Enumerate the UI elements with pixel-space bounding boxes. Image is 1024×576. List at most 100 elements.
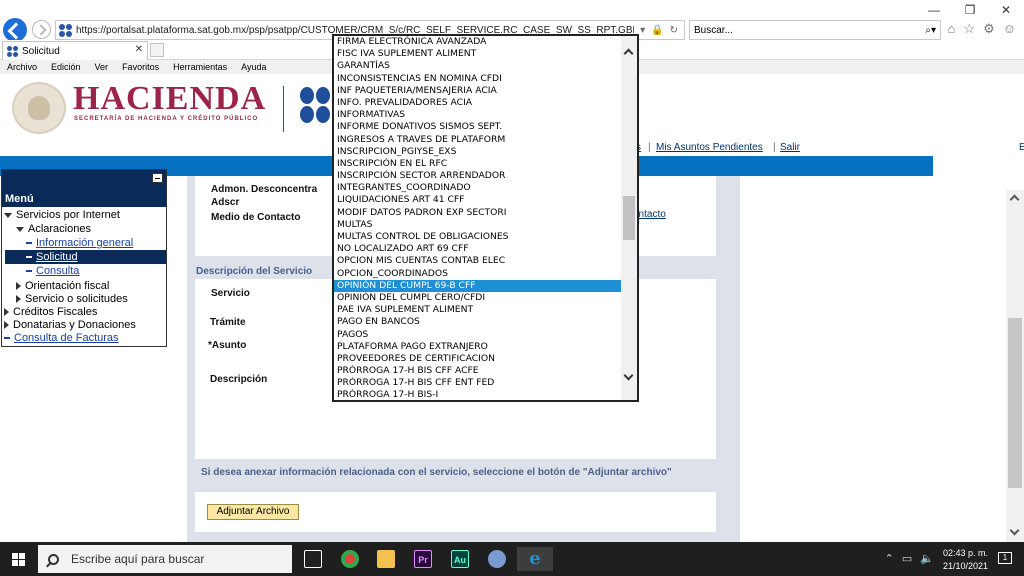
scroll-up-icon[interactable]: [1009, 194, 1020, 205]
search-dropdown-icon[interactable]: ▾: [931, 25, 936, 36]
sidebar-item-label: Orientación fiscal: [25, 280, 110, 292]
refresh-icon[interactable]: ↻: [670, 25, 678, 36]
dropdown-option[interactable]: LIQUIDACIONES ART 41 CFF: [334, 194, 621, 206]
dropdown-option[interactable]: INFO. PREVALIDADORES ACIA: [334, 97, 621, 109]
link-logout[interactable]: Salir: [780, 142, 800, 153]
link-pending-issues[interactable]: Mis Asuntos Pendientes: [656, 142, 763, 153]
smiley-icon[interactable]: ☺: [1003, 21, 1016, 37]
expand-right-icon: [4, 308, 9, 317]
windows-start-icon[interactable]: [12, 553, 25, 566]
sidebar-item-servicio-solicitudes[interactable]: Servicio o solicitudes: [16, 292, 128, 306]
scroll-down-icon[interactable]: [1009, 525, 1020, 536]
page-scrollbar[interactable]: [1006, 190, 1024, 542]
dropdown-option[interactable]: NO LOCALIZADO ART 69 CFF: [334, 243, 621, 255]
dropdown-option[interactable]: PAGO EN BANCOS: [334, 316, 621, 328]
clock-date: 21/10/2021: [942, 561, 988, 571]
tab-close-icon[interactable]: ✕: [135, 44, 143, 55]
menu-ayuda[interactable]: Ayuda: [234, 60, 273, 74]
dropdown-option[interactable]: PRÓRROGA 17-H BIS-I: [334, 389, 621, 400]
dropdown-scroll-down-icon[interactable]: [623, 370, 634, 381]
link-separator: |: [648, 142, 651, 153]
dropdown-option[interactable]: PROVEEDORES DE CERTIFICACION: [334, 353, 621, 365]
sidebar-item-info-general[interactable]: Información general: [26, 236, 133, 250]
dropdown-option[interactable]: MULTAS CONTROL DE OBLIGACIONES: [334, 231, 621, 243]
minimize-icon[interactable]: —: [916, 0, 952, 20]
gear-icon[interactable]: ⚙: [983, 21, 995, 37]
back-button[interactable]: [3, 18, 27, 42]
dropdown-option[interactable]: GARANTÍAS: [334, 60, 621, 72]
dropdown-option[interactable]: PAGOS: [334, 329, 621, 341]
dropdown-option[interactable]: OPCION_COORDINADOS: [334, 268, 621, 280]
close-icon[interactable]: ✕: [988, 0, 1024, 20]
volume-icon[interactable]: 🔈: [920, 552, 934, 565]
chrome-icon[interactable]: [338, 547, 362, 571]
forward-button[interactable]: [32, 20, 51, 39]
dropdown-option[interactable]: INSCRIPCIÓN SECTOR ARRENDADOR: [334, 170, 621, 182]
dropdown-option[interactable]: INSCRIPCIÓN EN EL RFC: [334, 158, 621, 170]
dropdown-option[interactable]: OPCION MIS CUENTAS CONTAB ELEC: [334, 255, 621, 267]
clock[interactable]: 02:43 p. m. 21/10/2021: [943, 547, 988, 573]
asunto-dropdown-list[interactable]: FIRMA ELECTRÓNICA AVANZADA FISC IVA SUPLE…: [332, 34, 639, 402]
favorites-star-icon[interactable]: ☆: [963, 21, 975, 37]
sidebar-item-facturas[interactable]: Consulta de Facturas: [4, 331, 119, 345]
internet-explorer-icon[interactable]: e: [517, 547, 553, 571]
menu-ver[interactable]: Ver: [88, 60, 116, 74]
menu-herramientas[interactable]: Herramientas: [166, 60, 234, 74]
dropdown-option[interactable]: INFORME DONATIVOS SISMOS SEPT.: [334, 121, 621, 133]
dropdown-scrollbar[interactable]: [621, 36, 637, 400]
dropdown-option[interactable]: FISC IVA SUPLEMENT ALIMENT: [334, 48, 621, 60]
audition-icon[interactable]: Au: [448, 547, 472, 571]
expand-down-icon: [4, 212, 12, 218]
sidebar-item-label: Información general: [36, 237, 134, 249]
dropdown-option[interactable]: MODIF DATOS PADRON EXP SECTORI: [334, 207, 621, 219]
home-icon[interactable]: ⌂: [948, 21, 956, 37]
dropdown-option[interactable]: PRÓRROGA 17-H BIS CFF ACFE: [334, 365, 621, 377]
sidebar-item-creditos[interactable]: Créditos Fiscales: [4, 305, 97, 319]
dropdown-option[interactable]: INGRESOS A TRAVES DE PLATAFORM: [334, 134, 621, 146]
dropdown-option[interactable]: INTEGRANTES_COORDINADO: [334, 182, 621, 194]
dropdown-option[interactable]: FIRMA ELECTRÓNICA AVANZADA: [334, 36, 621, 48]
dropdown-option[interactable]: INCONSISTENCIAS EN NOMINA CFDI: [334, 73, 621, 85]
window-controls: — ❐ ✕: [916, 0, 1024, 20]
device-icon[interactable]: ▭: [902, 552, 912, 565]
browser-search-bar[interactable]: Buscar... ⌕ ▾: [689, 20, 941, 40]
link-edge[interactable]: E: [1019, 142, 1024, 153]
restore-icon[interactable]: ❐: [952, 0, 988, 20]
file-explorer-icon[interactable]: [374, 547, 398, 571]
menu-archivo[interactable]: Archivo: [0, 60, 44, 74]
dropdown-option[interactable]: MULTAS: [334, 219, 621, 231]
paint-icon[interactable]: [485, 547, 509, 571]
sidebar-item-servicios[interactable]: Servicios por Internet: [4, 208, 120, 222]
dropdown-scroll-up-icon[interactable]: [623, 48, 634, 59]
dropdown-option[interactable]: PRÓRROGA 17-H BIS CFF ENT FED: [334, 377, 621, 389]
task-view-icon[interactable]: [301, 547, 325, 571]
dropdown-option[interactable]: INSCRIPCION_PGIYSE_EXS: [334, 146, 621, 158]
tab-solicitud[interactable]: Solicitud ✕: [2, 41, 148, 60]
lock-icon[interactable]: 🔒: [651, 25, 663, 36]
dropdown-option-selected[interactable]: OPINIÓN DEL CUMPL 69-B CFF: [334, 279, 621, 292]
taskbar-search[interactable]: Escribe aquí para buscar: [38, 545, 292, 573]
dropdown-arrow-icon[interactable]: ▾: [640, 25, 645, 36]
dropdown-option[interactable]: INF PAQUETERIA/MENSAJERIA ACIA: [334, 85, 621, 97]
menu-edicion[interactable]: Edición: [44, 60, 88, 74]
sidebar-item-aclaraciones[interactable]: Aclaraciones: [16, 222, 91, 236]
dropdown-option[interactable]: PAE IVA SUPLEMENT ALIMENT: [334, 304, 621, 316]
notifications-icon[interactable]: 1: [998, 552, 1012, 564]
menu-favoritos[interactable]: Favoritos: [115, 60, 166, 74]
sidebar-item-consulta[interactable]: Consulta: [26, 264, 79, 278]
section-title: Descripción del Servicio: [196, 266, 313, 277]
sidebar-item-solicitud[interactable]: Solicitud: [5, 250, 166, 264]
new-tab-button[interactable]: [150, 43, 164, 57]
expand-right-icon: [16, 295, 21, 304]
dropdown-option[interactable]: INFORMATIVAS: [334, 109, 621, 121]
attach-file-button[interactable]: Adjuntar Archivo: [207, 504, 299, 520]
premiere-icon[interactable]: Pr: [411, 547, 435, 571]
dropdown-scroll-thumb[interactable]: [623, 196, 635, 240]
sidebar-item-donatarias[interactable]: Donatarias y Donaciones: [4, 318, 136, 332]
scroll-thumb[interactable]: [1008, 318, 1022, 488]
sidebar-item-orientacion[interactable]: Orientación fiscal: [16, 279, 109, 293]
chevron-up-icon[interactable]: ⌃: [885, 552, 894, 565]
dropdown-option[interactable]: PLATAFORMA PAGO EXTRANJERO: [334, 341, 621, 353]
collapse-icon[interactable]: [152, 173, 163, 183]
dropdown-option[interactable]: OPINIÓN DEL CUMPL CERO/CFDI: [334, 292, 621, 304]
